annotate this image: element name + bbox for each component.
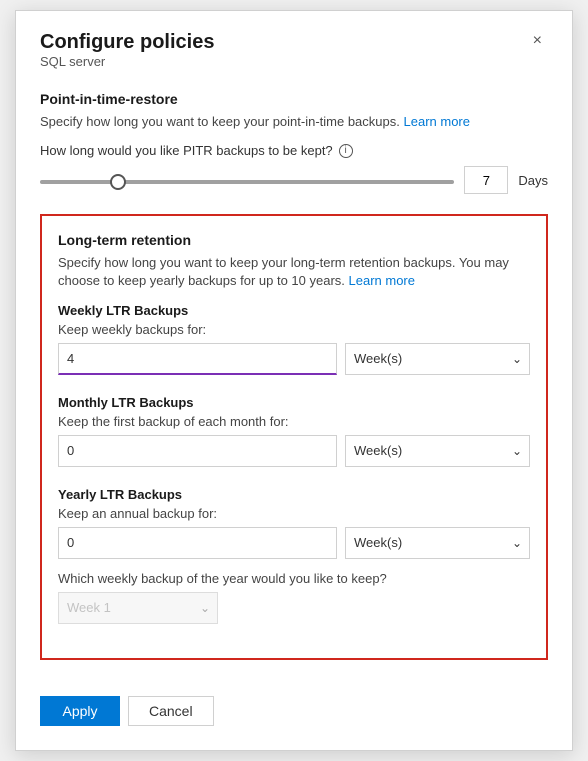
ltr-title: Long-term retention [58,232,530,248]
monthly-ltr-unit-dropdown-wrapper: Week(s) Month(s) Year(s) ⌄ [345,435,530,467]
monthly-ltr-title: Monthly LTR Backups [58,395,530,410]
pitr-section: Point-in-time-restore Specify how long y… [40,91,548,194]
apply-button[interactable]: Apply [40,696,120,726]
monthly-ltr-block: Monthly LTR Backups Keep the first backu… [58,395,530,467]
dialog-subtitle: SQL server [40,54,214,69]
pitr-title: Point-in-time-restore [40,91,548,107]
dialog-header: Configure policies SQL server × [40,31,548,87]
yearly-ltr-unit-select[interactable]: Week(s) Month(s) Year(s) [345,527,530,559]
monthly-ltr-value-input[interactable]: 0 [58,435,337,467]
yearly-ltr-label: Keep an annual backup for: [58,506,530,521]
pitr-slider-container [40,171,454,189]
weekly-ltr-unit-select[interactable]: Week(s) Month(s) Year(s) [345,343,530,375]
weekly-ltr-value-input[interactable]: 4 [58,343,337,375]
configure-policies-dialog: Configure policies SQL server × Point-in… [15,10,573,751]
pitr-value-input[interactable]: 7 [464,166,508,194]
yearly-ltr-block: Yearly LTR Backups Keep an annual backup… [58,487,530,624]
dialog-footer: Apply Cancel [40,680,548,726]
ltr-description: Specify how long you want to keep your l… [58,254,530,290]
yearly-ltr-title: Yearly LTR Backups [58,487,530,502]
pitr-slider-row: 7 Days [40,166,548,194]
monthly-ltr-label: Keep the first backup of each month for: [58,414,530,429]
yearly-ltr-input-row: 0 Week(s) Month(s) Year(s) ⌄ [58,527,530,559]
ltr-learn-more-link[interactable]: Learn more [349,273,415,288]
weekly-ltr-block: Weekly LTR Backups Keep weekly backups f… [58,303,530,375]
weekly-ltr-input-row: 4 Week(s) Month(s) Year(s) ⌄ [58,343,530,375]
info-icon: i [339,144,353,158]
week-select-label: Which weekly backup of the year would yo… [58,571,530,586]
monthly-ltr-input-row: 0 Week(s) Month(s) Year(s) ⌄ [58,435,530,467]
pitr-learn-more-link[interactable]: Learn more [404,114,470,129]
yearly-ltr-value-input[interactable]: 0 [58,527,337,559]
week-select: Week 1 Week 2 Week 3 Week 4 [58,592,218,624]
cancel-button[interactable]: Cancel [128,696,214,726]
dialog-title: Configure policies [40,31,214,54]
yearly-ltr-unit-dropdown-wrapper: Week(s) Month(s) Year(s) ⌄ [345,527,530,559]
pitr-slider-label: How long would you like PITR backups to … [40,143,548,158]
weekly-ltr-title: Weekly LTR Backups [58,303,530,318]
close-button[interactable]: × [527,31,548,51]
weekly-ltr-label: Keep weekly backups for: [58,322,530,337]
pitr-slider[interactable] [40,180,454,184]
ltr-box: Long-term retention Specify how long you… [40,214,548,660]
weekly-ltr-unit-dropdown-wrapper: Week(s) Month(s) Year(s) ⌄ [345,343,530,375]
week-select-wrapper: Week 1 Week 2 Week 3 Week 4 ⌄ [58,592,218,624]
pitr-days-label: Days [518,173,548,188]
monthly-ltr-unit-select[interactable]: Week(s) Month(s) Year(s) [345,435,530,467]
pitr-description: Specify how long you want to keep your p… [40,113,548,131]
